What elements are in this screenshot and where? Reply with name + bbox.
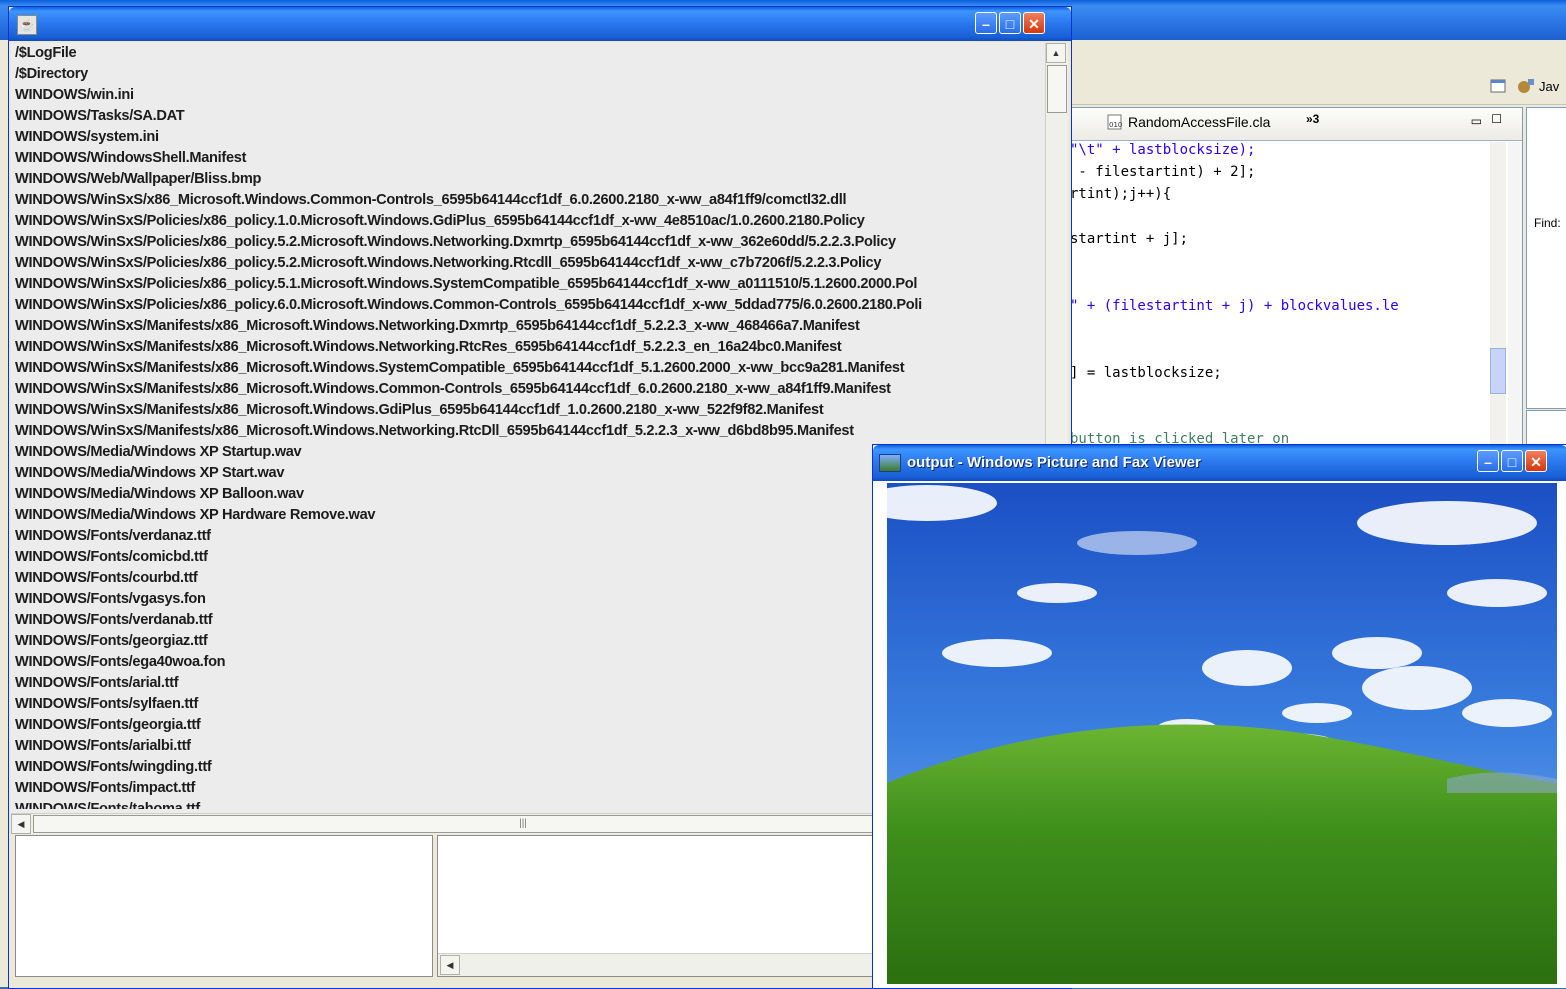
file-list-item[interactable]: WINDOWS/WinSxS/Policies/x86_policy.6.0.M… xyxy=(11,295,1045,316)
file-list-scroll-thumb[interactable] xyxy=(1047,65,1067,113)
viewer-titlebar[interactable]: output - Windows Picture and Fax Viewer … xyxy=(873,445,1566,481)
code-line-1: "\t" + lastblocksize); xyxy=(1070,142,1256,158)
file-list-item[interactable]: WINDOWS/WinSxS/Policies/x86_policy.1.0.M… xyxy=(11,211,1045,232)
scroll-up-button[interactable]: ▲ xyxy=(1046,43,1066,63)
open-perspective-icon[interactable] xyxy=(1490,72,1508,100)
file-list-item[interactable]: /$LogFile xyxy=(11,43,1045,64)
file-list-item[interactable]: WINDOWS/Tasks/SA.DAT xyxy=(11,106,1045,127)
file-list-item[interactable]: WINDOWS/WinSxS/Policies/x86_policy.5.2.M… xyxy=(11,232,1045,253)
picture-viewer-window: output - Windows Picture and Fax Viewer … xyxy=(872,444,1566,988)
viewer-title: output - Windows Picture and Fax Viewer xyxy=(907,454,1201,471)
bliss-photo xyxy=(887,483,1557,984)
java-perspective-icon xyxy=(1518,79,1534,93)
maximize-view-icon[interactable]: ☐ xyxy=(1491,112,1502,126)
editor-scroll-thumb[interactable] xyxy=(1490,348,1506,394)
scroll-left-button[interactable]: ◀ xyxy=(11,814,31,834)
viewer-window-controls: – □ ✕ xyxy=(1477,450,1547,472)
file-list-item[interactable]: WINDOWS/WinSxS/Manifests/x86_Microsoft.W… xyxy=(11,316,1045,337)
file-list-item[interactable]: WINDOWS/win.ini xyxy=(11,85,1045,106)
viewer-close-button[interactable]: ✕ xyxy=(1525,450,1547,472)
java-perspective-label: Jav xyxy=(1539,78,1560,94)
editor-tab-row: 010 RandomAccessFile.cla »3 ▭ ☐ xyxy=(1066,108,1522,141)
find-label: Find: xyxy=(1534,216,1561,230)
bottom-scroll-left-button[interactable]: ◀ xyxy=(440,955,460,975)
code-line-6: ] = lastblocksize; xyxy=(1070,365,1222,381)
tab-overflow-button[interactable]: »3 xyxy=(1306,112,1319,126)
viewer-maximize-button[interactable]: □ xyxy=(1501,450,1523,472)
svg-text:010: 010 xyxy=(1109,121,1122,129)
file-list-item[interactable]: WINDOWS/WindowsShell.Manifest xyxy=(11,148,1045,169)
editor-tab-label: RandomAccessFile.cla xyxy=(1128,114,1271,130)
file-list-titlebar[interactable]: ☕ – □ ✕ xyxy=(9,7,1071,41)
file-list-item[interactable]: WINDOWS/system.ini xyxy=(11,127,1045,148)
editor-vertical-scrollbar[interactable] xyxy=(1490,142,1506,448)
file-list-item[interactable]: /$Directory xyxy=(11,64,1045,85)
minimize-button[interactable]: – xyxy=(975,12,997,34)
viewer-minimize-button[interactable]: – xyxy=(1477,450,1499,472)
editor-tab-randomaccessfile[interactable]: 010 RandomAccessFile.cla xyxy=(1106,114,1270,130)
minimize-view-icon[interactable]: ▭ xyxy=(1471,114,1482,128)
find-replace-panel xyxy=(1526,107,1566,409)
file-list-item[interactable]: WINDOWS/WinSxS/Manifests/x86_Microsoft.W… xyxy=(11,421,1045,442)
close-button[interactable]: ✕ xyxy=(1023,12,1045,34)
code-line-5: " + (filestartint + j) + blockvalues.le xyxy=(1070,298,1399,314)
left-bottom-pane[interactable] xyxy=(15,835,433,977)
java-perspective-button[interactable]: Jav xyxy=(1516,72,1559,100)
class-file-icon: 010 xyxy=(1107,114,1122,130)
file-list-item[interactable]: WINDOWS/WinSxS/x86_Microsoft.Windows.Com… xyxy=(11,190,1045,211)
file-list-item[interactable]: WINDOWS/WinSxS/Manifests/x86_Microsoft.W… xyxy=(11,400,1045,421)
file-list-item[interactable]: WINDOWS/WinSxS/Manifests/x86_Microsoft.W… xyxy=(11,337,1045,358)
file-list-item[interactable]: WINDOWS/WinSxS/Manifests/x86_Microsoft.W… xyxy=(11,358,1045,379)
file-list-item[interactable]: WINDOWS/Web/Wallpaper/Bliss.bmp xyxy=(11,169,1045,190)
code-line-4: startint + j]; xyxy=(1070,231,1189,247)
editor-overview-ruler[interactable] xyxy=(1508,142,1522,448)
java-app-icon: ☕ xyxy=(17,15,37,35)
code-line-2: - filestartint) + 2]; xyxy=(1070,164,1256,180)
file-list-hscroll-thumb[interactable]: ||| xyxy=(33,815,1013,833)
picture-viewer-icon xyxy=(879,454,901,472)
file-list-item[interactable]: WINDOWS/WinSxS/Policies/x86_policy.5.2.M… xyxy=(11,253,1045,274)
code-editor[interactable]: 010 RandomAccessFile.cla »3 ▭ ☐ "\t" + l… xyxy=(1066,107,1523,449)
code-line-3: rtint);j++){ xyxy=(1070,186,1172,202)
file-list-item[interactable]: WINDOWS/WinSxS/Manifests/x86_Microsoft.W… xyxy=(11,379,1045,400)
file-list-item[interactable]: WINDOWS/WinSxS/Policies/x86_policy.5.1.M… xyxy=(11,274,1045,295)
maximize-button[interactable]: □ xyxy=(999,12,1021,34)
window-controls: – □ ✕ xyxy=(975,12,1045,34)
